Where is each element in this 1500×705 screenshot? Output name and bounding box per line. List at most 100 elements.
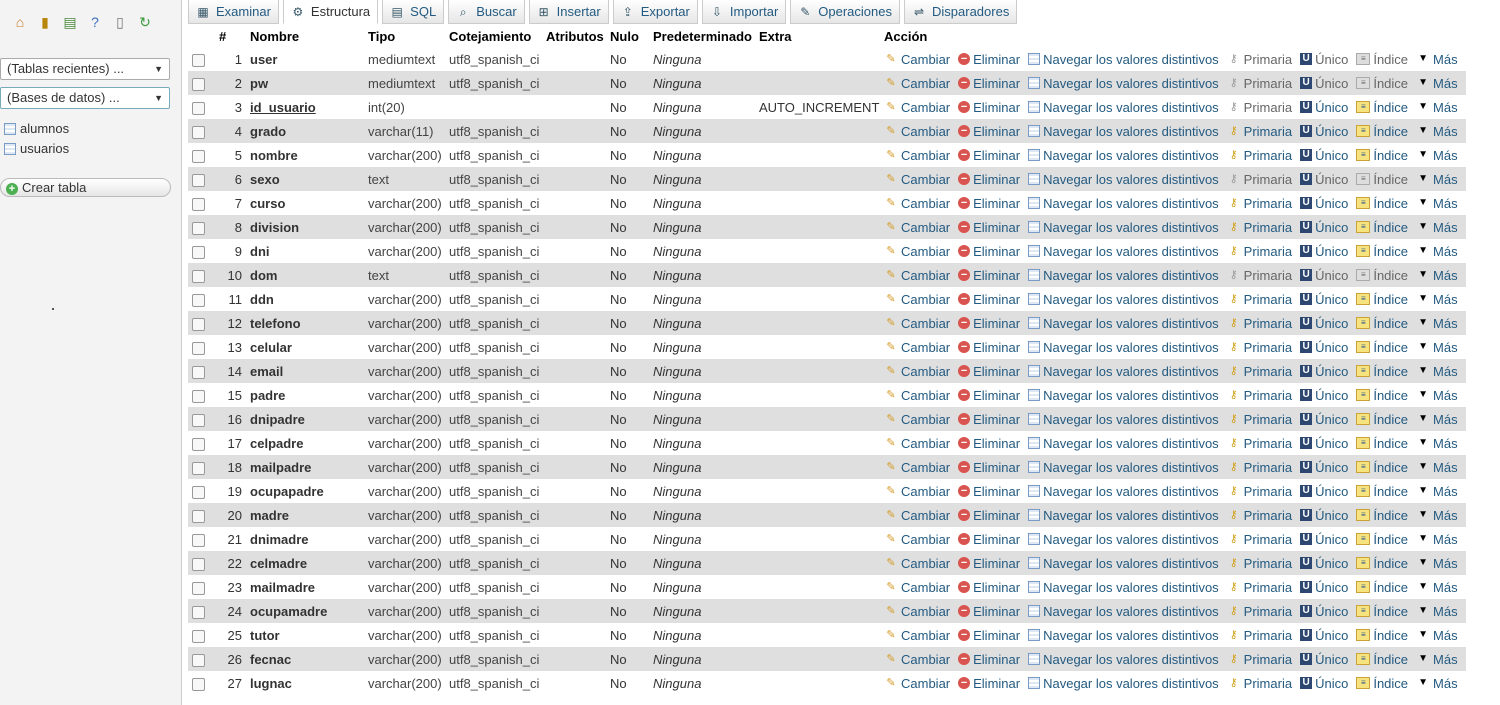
change-button[interactable]: ✎ Cambiar (884, 52, 950, 67)
browse-distinct-button[interactable]: Navegar los valores distintivos (1028, 628, 1219, 643)
index-button[interactable]: ≡ Índice (1356, 244, 1408, 259)
more-button[interactable]: ▼ Más (1416, 316, 1458, 331)
browse-distinct-button[interactable]: Navegar los valores distintivos (1028, 412, 1219, 427)
nav-table-alumnos[interactable]: alumnos (4, 120, 69, 138)
tab-estructura[interactable]: ⚙ Estructura (282, 0, 379, 24)
index-button[interactable]: ≡ Índice (1356, 412, 1408, 427)
drop-button[interactable]: − Eliminar (958, 76, 1020, 91)
row-checkbox[interactable] (192, 221, 205, 235)
index-button[interactable]: ≡ Índice (1356, 484, 1408, 499)
primary-button[interactable]: ⚷ Primaria (1227, 460, 1292, 475)
unique-button[interactable]: U Único (1300, 436, 1348, 451)
reload-icon[interactable]: ↻ (137, 14, 153, 30)
row-checkbox[interactable] (192, 293, 205, 307)
change-button[interactable]: ✎ Cambiar (884, 268, 950, 283)
primary-button[interactable]: ⚷ Primaria (1227, 388, 1292, 403)
unique-button[interactable]: U Único (1300, 484, 1348, 499)
drop-button[interactable]: − Eliminar (958, 52, 1020, 67)
primary-button[interactable]: ⚷ Primaria (1227, 244, 1292, 259)
databases-select[interactable]: (Bases de datos) ... ▼ (0, 87, 170, 109)
browse-distinct-button[interactable]: Navegar los valores distintivos (1028, 268, 1219, 283)
primary-button[interactable]: ⚷ Primaria (1227, 508, 1292, 523)
drop-button[interactable]: − Eliminar (958, 340, 1020, 355)
recent-tables-select[interactable]: (Tablas recientes) ... ▼ (0, 58, 170, 80)
more-button[interactable]: ▼ Más (1416, 220, 1458, 235)
row-checkbox[interactable] (192, 77, 205, 91)
logout-icon[interactable]: ▮ (37, 14, 53, 30)
primary-button[interactable]: ⚷ Primaria (1227, 676, 1292, 691)
drop-button[interactable]: − Eliminar (958, 652, 1020, 667)
primary-button[interactable]: ⚷ Primaria (1227, 340, 1292, 355)
row-checkbox[interactable] (192, 509, 205, 523)
primary-button[interactable]: ⚷ Primaria (1227, 484, 1292, 499)
index-button[interactable]: ≡ Índice (1356, 268, 1408, 283)
browse-distinct-button[interactable]: Navegar los valores distintivos (1028, 148, 1219, 163)
unique-button[interactable]: U Único (1300, 460, 1348, 475)
more-button[interactable]: ▼ Más (1416, 532, 1458, 547)
change-button[interactable]: ✎ Cambiar (884, 652, 950, 667)
more-button[interactable]: ▼ Más (1416, 340, 1458, 355)
change-button[interactable]: ✎ Cambiar (884, 220, 950, 235)
drop-button[interactable]: − Eliminar (958, 220, 1020, 235)
more-button[interactable]: ▼ Más (1416, 604, 1458, 619)
unique-button[interactable]: U Único (1300, 196, 1348, 211)
create-table-button[interactable]: + Crear tabla (0, 178, 171, 197)
change-button[interactable]: ✎ Cambiar (884, 124, 950, 139)
browse-distinct-button[interactable]: Navegar los valores distintivos (1028, 292, 1219, 307)
primary-button[interactable]: ⚷ Primaria (1227, 100, 1292, 115)
change-button[interactable]: ✎ Cambiar (884, 172, 950, 187)
unique-button[interactable]: U Único (1300, 412, 1348, 427)
browse-distinct-button[interactable]: Navegar los valores distintivos (1028, 604, 1219, 619)
browse-distinct-button[interactable]: Navegar los valores distintivos (1028, 52, 1219, 67)
index-button[interactable]: ≡ Índice (1356, 100, 1408, 115)
header-null[interactable]: Nulo (606, 26, 649, 47)
drop-button[interactable]: − Eliminar (958, 364, 1020, 379)
index-button[interactable]: ≡ Índice (1356, 220, 1408, 235)
row-checkbox[interactable] (192, 533, 205, 547)
primary-button[interactable]: ⚷ Primaria (1227, 556, 1292, 571)
drop-button[interactable]: − Eliminar (958, 388, 1020, 403)
change-button[interactable]: ✎ Cambiar (884, 316, 950, 331)
index-button[interactable]: ≡ Índice (1356, 340, 1408, 355)
more-button[interactable]: ▼ Más (1416, 268, 1458, 283)
index-button[interactable]: ≡ Índice (1356, 556, 1408, 571)
change-button[interactable]: ✎ Cambiar (884, 604, 950, 619)
index-button[interactable]: ≡ Índice (1356, 652, 1408, 667)
change-button[interactable]: ✎ Cambiar (884, 580, 950, 595)
header-extra[interactable]: Extra (755, 26, 880, 47)
row-checkbox[interactable] (192, 149, 205, 163)
browse-distinct-button[interactable]: Navegar los valores distintivos (1028, 100, 1219, 115)
primary-button[interactable]: ⚷ Primaria (1227, 532, 1292, 547)
more-button[interactable]: ▼ Más (1416, 388, 1458, 403)
unique-button[interactable]: U Único (1300, 532, 1348, 547)
more-button[interactable]: ▼ Más (1416, 244, 1458, 259)
index-button[interactable]: ≡ Índice (1356, 172, 1408, 187)
more-button[interactable]: ▼ Más (1416, 484, 1458, 499)
index-button[interactable]: ≡ Índice (1356, 148, 1408, 163)
index-button[interactable]: ≡ Índice (1356, 52, 1408, 67)
row-checkbox[interactable] (192, 437, 205, 451)
unique-button[interactable]: U Único (1300, 100, 1348, 115)
primary-button[interactable]: ⚷ Primaria (1227, 364, 1292, 379)
row-checkbox[interactable] (192, 461, 205, 475)
tab-insertar[interactable]: ⊞ Insertar (528, 0, 609, 24)
primary-button[interactable]: ⚷ Primaria (1227, 652, 1292, 667)
index-button[interactable]: ≡ Índice (1356, 388, 1408, 403)
row-checkbox[interactable] (192, 653, 205, 667)
primary-button[interactable]: ⚷ Primaria (1227, 628, 1292, 643)
drop-button[interactable]: − Eliminar (958, 316, 1020, 331)
more-button[interactable]: ▼ Más (1416, 124, 1458, 139)
unique-button[interactable]: U Único (1300, 268, 1348, 283)
unique-button[interactable]: U Único (1300, 604, 1348, 619)
row-checkbox[interactable] (192, 269, 205, 283)
browse-distinct-button[interactable]: Navegar los valores distintivos (1028, 508, 1219, 523)
drop-button[interactable]: − Eliminar (958, 436, 1020, 451)
drop-button[interactable]: − Eliminar (958, 460, 1020, 475)
primary-button[interactable]: ⚷ Primaria (1227, 172, 1292, 187)
drop-button[interactable]: − Eliminar (958, 124, 1020, 139)
primary-button[interactable]: ⚷ Primaria (1227, 292, 1292, 307)
more-button[interactable]: ▼ Más (1416, 100, 1458, 115)
more-button[interactable]: ▼ Más (1416, 676, 1458, 691)
browse-distinct-button[interactable]: Navegar los valores distintivos (1028, 196, 1219, 211)
index-button[interactable]: ≡ Índice (1356, 76, 1408, 91)
